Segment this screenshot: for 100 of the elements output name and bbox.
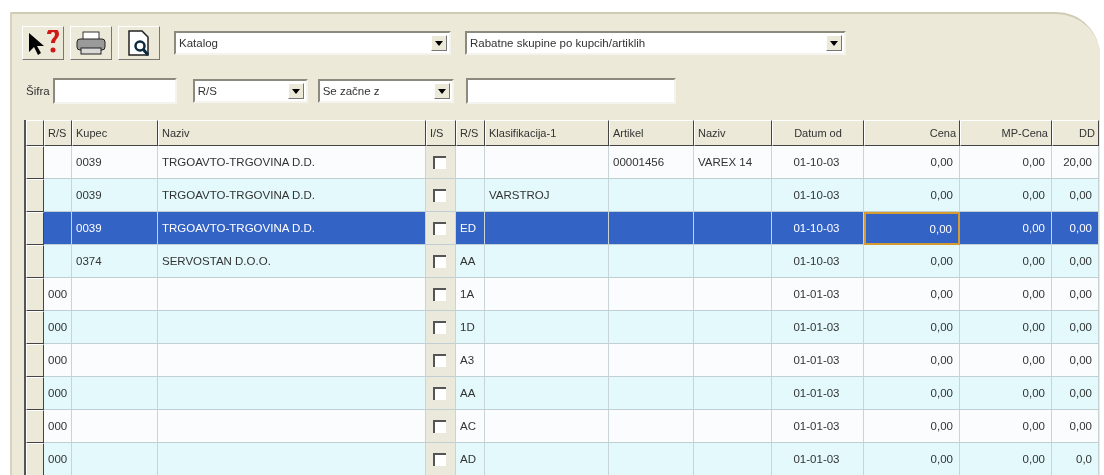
column-header[interactable]: R/S <box>44 120 72 146</box>
table-cell: 20,00 <box>1052 146 1099 179</box>
column-header[interactable]: Klasifikacija-1 <box>485 120 609 146</box>
table-cell: 0,00 <box>960 245 1052 278</box>
dropdown[interactable]: Rabatne skupine po kupcih/artiklih <box>465 31 846 55</box>
operator-dropdown[interactable]: Se začne z <box>317 79 454 103</box>
row-header[interactable] <box>26 443 44 475</box>
table-cell: 0374 <box>72 245 158 278</box>
row-header[interactable] <box>26 410 44 443</box>
table-cell: 0,00 <box>1052 410 1099 443</box>
table-cell: 00001456 <box>609 146 694 179</box>
table-cell: 0,00 <box>1052 344 1099 377</box>
table-cell: 000 <box>44 344 72 377</box>
table-cell: 0,00 <box>960 212 1052 245</box>
column-header[interactable]: R/S <box>456 120 485 146</box>
row-header[interactable] <box>26 278 44 311</box>
table-cell: 0,00 <box>1052 179 1099 212</box>
row-header[interactable] <box>26 245 44 278</box>
table-cell: 01-10-03 <box>772 146 864 179</box>
table-cell: 000 <box>44 410 72 443</box>
table-cell: 0,00 <box>960 146 1052 179</box>
table-cell: 0,00 <box>960 278 1052 311</box>
table-cell: 1D <box>456 311 485 344</box>
row-header[interactable] <box>26 212 44 245</box>
table-cell: VAREX 14 <box>694 146 772 179</box>
field-dropdown[interactable]: R/S <box>192 79 308 103</box>
row-header[interactable] <box>26 179 44 212</box>
checkbox[interactable] <box>433 221 446 235</box>
table-cell: 0039 <box>72 179 158 212</box>
checkbox[interactable] <box>433 386 446 400</box>
table-cell: 0,00 <box>864 212 960 245</box>
row-header[interactable] <box>26 377 44 410</box>
code-input-field[interactable] <box>52 78 177 104</box>
table-cell: TRGOAVTO-TRGOVINA D.D. <box>158 146 426 179</box>
print-button[interactable] <box>70 26 112 60</box>
checkbox[interactable] <box>433 452 446 466</box>
help-button[interactable] <box>22 26 64 60</box>
table-cell: 0,0 <box>1052 443 1099 475</box>
table-cell: 000 <box>44 377 72 410</box>
table-cell: 0,00 <box>960 311 1052 344</box>
table-cell: 01-10-03 <box>772 245 864 278</box>
field-label: Šifra <box>26 85 50 97</box>
table-cell: TRGOAVTO-TRGOVINA D.D. <box>158 212 426 245</box>
table-cell: AC <box>456 410 485 443</box>
column-header[interactable]: I/S <box>426 120 456 146</box>
row-header[interactable] <box>26 146 44 179</box>
table-cell: 0,00 <box>960 410 1052 443</box>
checkbox[interactable] <box>433 188 446 202</box>
checkbox[interactable] <box>433 254 446 268</box>
table-cell: 01-01-03 <box>772 377 864 410</box>
column-header[interactable]: Kupec <box>72 120 158 146</box>
table-cell: 0,00 <box>864 179 960 212</box>
table-cell: 0,00 <box>1052 377 1099 410</box>
table-cell: 0,00 <box>864 311 960 344</box>
row-header[interactable] <box>26 344 44 377</box>
column-header[interactable]: Artikel <box>609 120 694 146</box>
dropdown[interactable]: Katalog <box>174 31 451 55</box>
table-cell: 000 <box>44 311 72 344</box>
table-cell: 0,00 <box>864 377 960 410</box>
table-cell: 0,00 <box>864 344 960 377</box>
column-header[interactable]: Datum od <box>772 120 864 146</box>
row-header[interactable] <box>26 311 44 344</box>
table-cell: SERVOSTAN D.O.O. <box>158 245 426 278</box>
table-cell: VARSTROJ <box>485 179 609 212</box>
table-cell: 0,00 <box>864 245 960 278</box>
column-header[interactable]: Naziv <box>694 120 772 146</box>
corner-header <box>26 120 44 146</box>
table-cell: 01-01-03 <box>772 443 864 475</box>
table-cell: 0,00 <box>960 443 1052 475</box>
table-cell: 01-01-03 <box>772 311 864 344</box>
table-cell: A3 <box>456 344 485 377</box>
printer-icon <box>74 30 108 56</box>
table-cell: 0,00 <box>1052 245 1099 278</box>
table-cell: 01-10-03 <box>772 212 864 245</box>
table-cell: AD <box>456 443 485 475</box>
table-cell: TRGOAVTO-TRGOVINA D.D. <box>158 179 426 212</box>
column-header[interactable]: Naziv <box>158 120 426 146</box>
checkbox[interactable] <box>433 155 446 169</box>
table-cell: 0,00 <box>960 344 1052 377</box>
table-cell: 0,00 <box>1052 311 1099 344</box>
table-cell: 0,00 <box>864 443 960 475</box>
checkbox[interactable] <box>433 320 446 334</box>
table-cell: 01-01-03 <box>772 344 864 377</box>
column-header[interactable]: DD <box>1052 120 1099 146</box>
table-cell: 0039 <box>72 146 158 179</box>
table-cell: 01-10-03 <box>772 179 864 212</box>
table-cell: AA <box>456 377 485 410</box>
checkbox[interactable] <box>433 353 446 367</box>
checkbox[interactable] <box>433 287 446 301</box>
table-cell: 0,00 <box>864 146 960 179</box>
table-cell: 0039 <box>72 212 158 245</box>
table-cell: 0,00 <box>1052 212 1099 245</box>
checkbox[interactable] <box>433 419 446 433</box>
table-cell: ED <box>456 212 485 245</box>
table-cell: 0,00 <box>1052 278 1099 311</box>
column-header[interactable]: Cena <box>864 120 960 146</box>
preview-button[interactable] <box>118 26 160 60</box>
column-header[interactable]: MP-Cena <box>960 120 1052 146</box>
search-input-field[interactable] <box>465 78 676 104</box>
table-cell: 0,00 <box>960 179 1052 212</box>
